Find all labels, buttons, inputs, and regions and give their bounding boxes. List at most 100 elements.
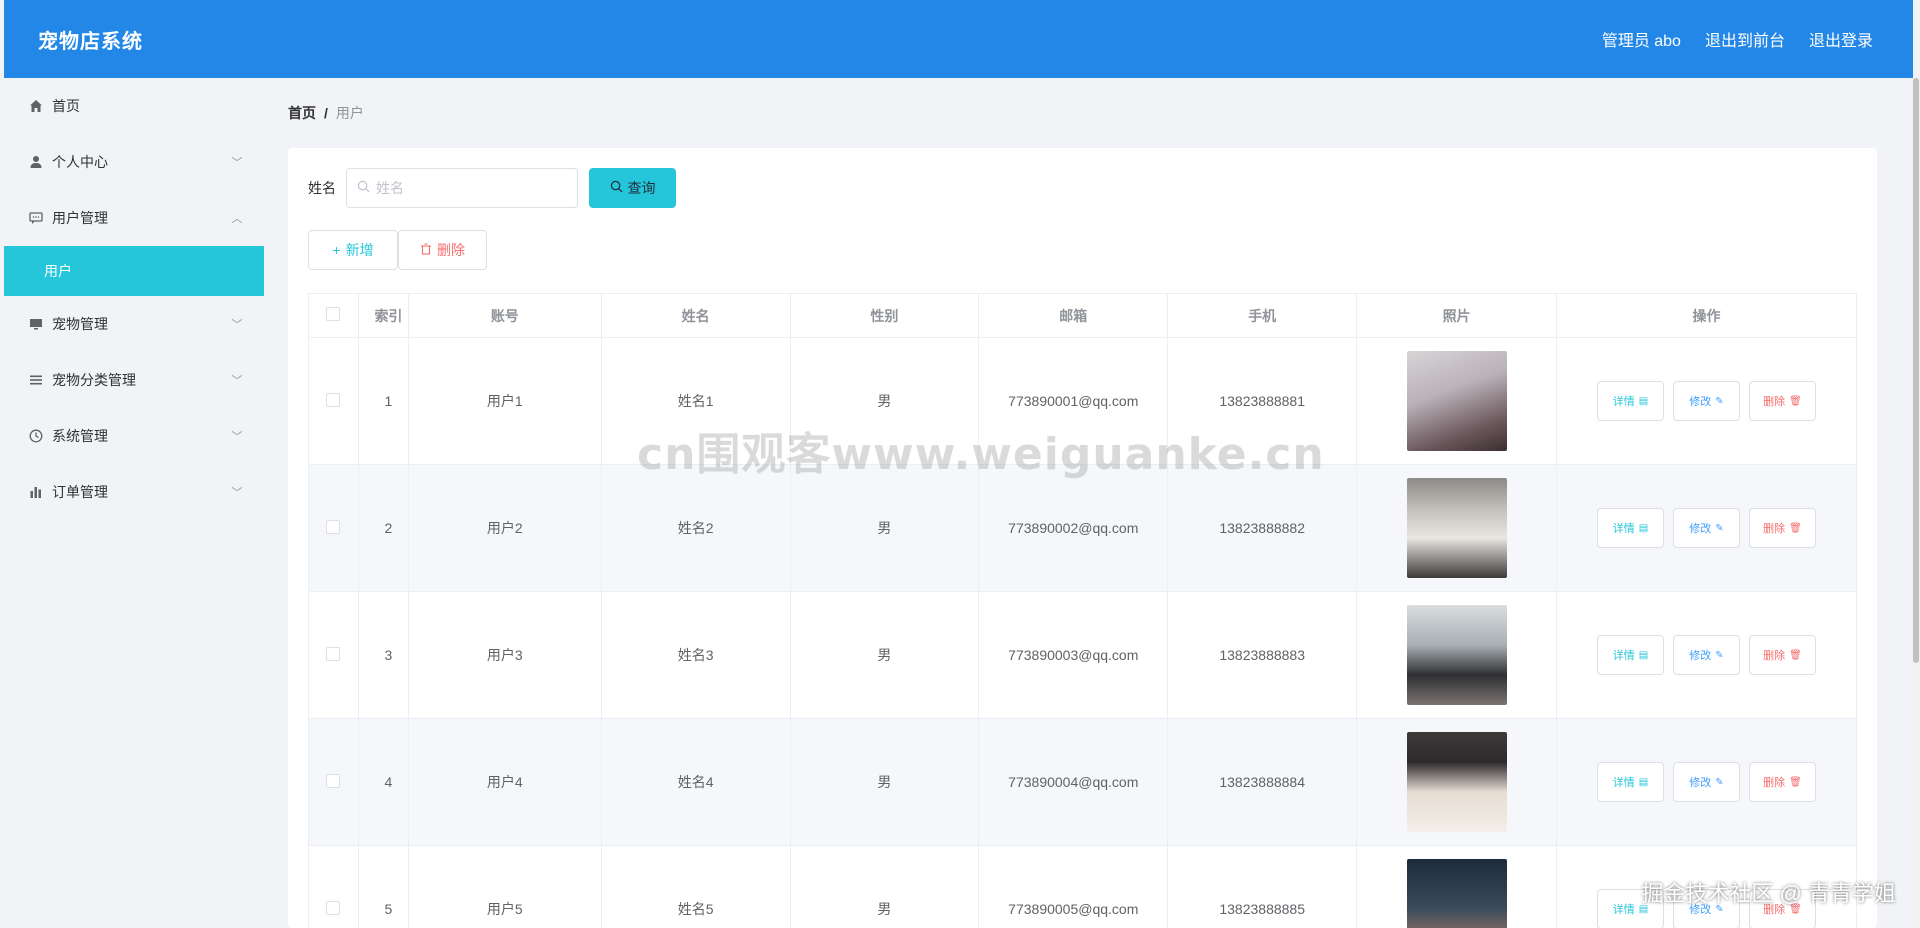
detail-button[interactable]: 详情 ▤: [1597, 762, 1664, 802]
cell-actions: 详情 ▤ 修改 ✎ 删除 🗑: [1556, 845, 1857, 928]
clock-icon: [28, 428, 44, 444]
delete-button[interactable]: 删除 🗑: [1749, 762, 1816, 802]
sidebar-item-label: 系统管理: [52, 428, 108, 444]
table-header-row: 索引 账号 姓名 性别 邮箱 手机 照片 操作: [308, 293, 1857, 338]
cell-phone: 13823888885: [1167, 845, 1358, 928]
sidebar-item-orders[interactable]: 订单管理 ﹀: [4, 464, 264, 520]
edit-button[interactable]: 修改 ✎: [1673, 508, 1740, 548]
sidebar-item-system[interactable]: 系统管理 ﹀: [4, 408, 264, 464]
delete-button[interactable]: 删除 🗑: [1749, 508, 1816, 548]
user-photo[interactable]: [1406, 605, 1507, 705]
cell-photo: [1356, 845, 1558, 928]
detail-label: 详情: [1612, 904, 1635, 916]
sidebar-item-personal-center[interactable]: 个人中心 ﹀: [4, 134, 264, 190]
search-icon: [357, 180, 370, 196]
logout-link[interactable]: 退出登录: [1809, 27, 1873, 51]
admin-user-label[interactable]: 管理员 abo: [1602, 27, 1681, 51]
user-photo[interactable]: [1406, 351, 1507, 451]
edit-button[interactable]: 修改 ✎: [1673, 635, 1740, 675]
cell-photo: [1356, 464, 1558, 592]
cell-actions: 详情 ▤ 修改 ✎ 删除 🗑: [1556, 718, 1857, 846]
delete-button[interactable]: 删除 🗑: [1749, 889, 1816, 928]
sidebar: 首页 个人中心 ﹀ 用户管理 ︿ 用户 宠物管理 ﹀ 宠物分类管理 ﹀ 系统管理…: [4, 78, 264, 928]
row-checkbox-cell: [308, 591, 359, 719]
detail-label: 详情: [1612, 523, 1635, 535]
cell-gender: 男: [789, 464, 980, 592]
cell-account: 用户5: [407, 845, 602, 928]
table-row: 1 用户1 姓名1 男 773890001@qq.com 13823888881…: [308, 337, 1857, 465]
document-icon: ▤: [1638, 903, 1649, 915]
row-checkbox-cell: [308, 337, 359, 465]
delete-label: 删除: [1763, 777, 1786, 789]
delete-button[interactable]: 删除 🗑: [1749, 381, 1816, 421]
detail-label: 详情: [1612, 396, 1635, 408]
detail-button[interactable]: 详情 ▤: [1597, 381, 1664, 421]
chevron-down-icon: ﹀: [231, 487, 243, 499]
row-checkbox[interactable]: [326, 519, 341, 534]
delete-button[interactable]: 删除 🗑: [1749, 635, 1816, 675]
row-checkbox[interactable]: [326, 900, 341, 915]
breadcrumb-home[interactable]: 首页: [288, 105, 316, 121]
cell-name: 姓名3: [600, 591, 791, 719]
row-checkbox-cell: [308, 718, 359, 846]
cell-name: 姓名1: [600, 337, 791, 465]
row-checkbox[interactable]: [326, 646, 341, 661]
top-header: 宠物店系统 管理员 abo 退出到前台 退出登录: [4, 0, 1913, 78]
user-photo[interactable]: [1406, 859, 1507, 928]
row-checkbox[interactable]: [326, 773, 341, 788]
edit-button[interactable]: 修改 ✎: [1673, 762, 1740, 802]
name-search-input[interactable]: 姓名: [346, 168, 578, 208]
monitor-icon: [28, 316, 44, 332]
sidebar-item-label: 宠物管理: [52, 316, 108, 332]
search-row: 姓名 姓名 查询: [308, 168, 676, 208]
cell-email: 773890005@qq.com: [978, 845, 1169, 928]
sidebar-item-user-management[interactable]: 用户管理 ︿: [4, 190, 264, 246]
scrollbar-thumb[interactable]: [1913, 78, 1919, 663]
trash-icon: 🗑: [1789, 903, 1802, 915]
edit-button[interactable]: 修改 ✎: [1673, 889, 1740, 928]
sidebar-subitem-user[interactable]: 用户: [4, 246, 264, 296]
select-all-checkbox[interactable]: [326, 307, 341, 321]
sidebar-item-pet-category[interactable]: 宠物分类管理 ﹀: [4, 352, 264, 408]
header-actions: 管理员 abo 退出到前台 退出登录: [1602, 27, 1873, 51]
trash-icon: 🗑: [1789, 776, 1802, 788]
add-button[interactable]: + 新增: [308, 230, 398, 270]
batch-delete-button[interactable]: 删除: [398, 230, 487, 270]
row-checkbox[interactable]: [326, 392, 341, 407]
edit-button[interactable]: 修改 ✎: [1673, 381, 1740, 421]
column-header: 索引: [357, 293, 409, 338]
app-title: 宠物店系统: [38, 30, 143, 53]
trash-icon: 🗑: [1789, 522, 1802, 534]
back-to-front-link[interactable]: 退出到前台: [1705, 27, 1785, 51]
column-header: 姓名: [600, 293, 791, 338]
delete-label: 删除: [1763, 523, 1786, 535]
sidebar-item-home[interactable]: 首页: [4, 78, 264, 134]
cell-index: 5: [357, 845, 409, 928]
column-header: 账号: [407, 293, 602, 338]
search-label: 姓名: [308, 180, 336, 196]
sidebar-item-label: 订单管理: [52, 484, 108, 500]
user-photo[interactable]: [1406, 478, 1507, 578]
cell-index: 4: [357, 718, 409, 846]
cell-index: 1: [357, 337, 409, 465]
cell-email: 773890001@qq.com: [978, 337, 1169, 465]
query-button[interactable]: 查询: [589, 168, 676, 208]
sidebar-item-label: 首页: [52, 98, 80, 114]
page-scrollbar[interactable]: [1912, 78, 1920, 928]
document-icon: ▤: [1638, 649, 1649, 661]
detail-button[interactable]: 详情 ▤: [1597, 889, 1664, 928]
cell-account: 用户3: [407, 591, 602, 719]
detail-button[interactable]: 详情 ▤: [1597, 635, 1664, 675]
trash-icon: [420, 242, 432, 258]
detail-button[interactable]: 详情 ▤: [1597, 508, 1664, 548]
column-header: 邮箱: [978, 293, 1169, 338]
cell-email: 773890002@qq.com: [978, 464, 1169, 592]
edit-label: 修改: [1689, 904, 1712, 916]
user-icon: [28, 154, 44, 170]
sidebar-item-pet-management[interactable]: 宠物管理 ﹀: [4, 296, 264, 352]
cell-photo: [1356, 591, 1558, 719]
chat-icon: [28, 210, 44, 226]
cell-gender: 男: [789, 337, 980, 465]
document-icon: ▤: [1638, 522, 1649, 534]
user-photo[interactable]: [1406, 732, 1507, 832]
